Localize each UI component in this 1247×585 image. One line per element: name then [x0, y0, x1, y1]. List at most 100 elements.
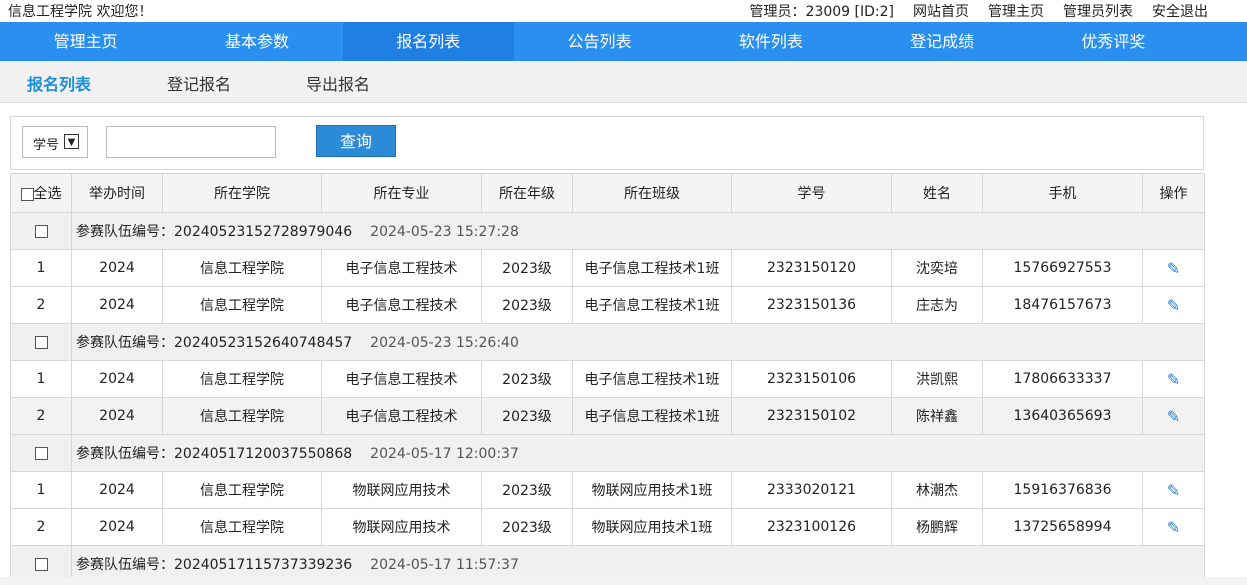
nav-software-list[interactable]: 软件列表 [685, 22, 856, 61]
search-panel: 学号 ▼ 查询 [10, 116, 1204, 170]
cell-student-id: 2323150106 [731, 360, 892, 398]
cell-college: 信息工程学院 [162, 508, 322, 546]
team-id: 20240517120037550868 [174, 446, 353, 462]
cell-college: 信息工程学院 [162, 360, 322, 398]
pencil-icon[interactable]: ✎ [1167, 296, 1180, 315]
search-field-select[interactable]: 学号 ▼ [22, 126, 88, 158]
cell-phone: 18476157673 [982, 286, 1143, 324]
nav-notice-list[interactable]: 公告列表 [514, 22, 685, 61]
nav-awards[interactable]: 优秀评奖 [1028, 22, 1199, 61]
chevron-down-icon: ▼ [64, 134, 79, 149]
cell-class: 电子信息工程技术1班 [572, 249, 732, 287]
cell-class: 物联网应用技术1班 [572, 471, 732, 509]
team-checkbox[interactable] [34, 335, 48, 349]
table-row: 2 2024 信息工程学院 电子信息工程技术 2023级 电子信息工程技术1班 232315… [10, 397, 1205, 435]
team-row: 参赛队伍编号：20240523152640748457 2024-05-23 15… [10, 323, 1205, 361]
cell-grade: 2023级 [481, 360, 573, 398]
link-admin-list[interactable]: 管理员列表 [1063, 1, 1133, 21]
top-links: 管理员：23009 [ID:2] 网站首页 管理主页 管理员列表 安全退出 [750, 1, 1208, 21]
cell-grade: 2023级 [481, 249, 573, 287]
team-label: 参赛队伍编号： [76, 446, 174, 462]
team-checkbox-cell[interactable] [10, 323, 72, 361]
table-row: 1 2024 信息工程学院 物联网应用技术 2023级 物联网应用技术1班 23330201… [10, 471, 1205, 509]
pencil-icon[interactable]: ✎ [1167, 370, 1180, 389]
pencil-icon[interactable]: ✎ [1167, 407, 1180, 426]
cell-major: 电子信息工程技术 [321, 397, 482, 435]
select-value: 学号 [33, 138, 60, 153]
cell-grade: 2023级 [481, 471, 573, 509]
search-button[interactable]: 查询 [316, 125, 396, 157]
action-cell: ✎ [1142, 508, 1205, 546]
team-id: 20240517115737339236 [174, 557, 353, 573]
subnav-registration-list[interactable]: 报名列表 [27, 71, 91, 95]
link-site-home[interactable]: 网站首页 [913, 1, 969, 21]
subnav-register[interactable]: 登记报名 [167, 71, 231, 95]
row-index: 2 [10, 508, 72, 546]
nav-record-scores[interactable]: 登记成绩 [856, 22, 1027, 61]
cell-college: 信息工程学院 [162, 397, 322, 435]
pencil-icon[interactable]: ✎ [1167, 518, 1180, 537]
team-checkbox[interactable] [34, 224, 48, 238]
select-all-label: 全选 [33, 186, 62, 202]
row-index: 1 [10, 249, 72, 287]
cell-student-id: 2323150120 [731, 249, 892, 287]
main-nav: 管理主页 基本参数 报名列表 公告列表 软件列表 登记成绩 优秀评奖 [0, 22, 1247, 61]
cell-name: 林潮杰 [891, 471, 983, 509]
horizontal-scrollbar[interactable] [0, 577, 1247, 585]
cell-major: 电子信息工程技术 [321, 249, 482, 287]
action-cell: ✎ [1142, 249, 1205, 287]
cell-phone: 15916376836 [982, 471, 1143, 509]
cell-grade: 2023级 [481, 286, 573, 324]
team-info: 参赛队伍编号：20240523152728979046 2024-05-23 15… [71, 212, 1205, 250]
table-body: 参赛队伍编号： 20240523152728979046 2024-05-23 15… [10, 212, 1205, 583]
pencil-icon[interactable]: ✎ [1167, 259, 1180, 278]
cell-phone: 17806633337 [982, 360, 1143, 398]
link-admin-home[interactable]: 管理主页 [988, 1, 1044, 21]
team-id: 20240523152728979046 [174, 224, 353, 240]
nav-registration-list[interactable]: 报名列表 [342, 22, 514, 61]
cell-name: 杨鹏辉 [891, 508, 983, 546]
cell-year: 2024 [71, 360, 163, 398]
team-row: 参赛队伍编号：20240517120037550868 2024-05-17 12… [10, 434, 1205, 472]
cell-class: 电子信息工程技术1班 [572, 286, 732, 324]
search-input[interactable] [106, 126, 276, 158]
cell-year: 2024 [71, 286, 163, 324]
row-index: 1 [10, 360, 72, 398]
col-college: 所在学院 [162, 173, 322, 213]
cell-student-id: 2333020121 [731, 471, 892, 509]
welcome-text: 信息工程学院 欢迎您！ [8, 4, 153, 20]
select-all-checkbox[interactable] [20, 187, 34, 201]
team-checkbox-cell[interactable] [10, 212, 72, 250]
row-index: 2 [10, 286, 72, 324]
cell-year: 2024 [71, 508, 163, 546]
nav-basic-params[interactable]: 基本参数 [171, 22, 342, 61]
team-checkbox-cell[interactable] [10, 434, 72, 472]
link-logout[interactable]: 安全退出 [1152, 1, 1208, 21]
registration-table: 全选 举办时间 所在学院 所在专业 所在年级 所在班级 学号 姓名 手机 操作 … [10, 173, 1205, 583]
top-bar: 信息工程学院 欢迎您！ 管理员：23009 [ID:2] 网站首页 管理主页 管… [0, 0, 1247, 22]
col-actions: 操作 [1142, 173, 1205, 213]
row-index: 2 [10, 397, 72, 435]
action-cell: ✎ [1142, 360, 1205, 398]
team-time: 2024-05-17 11:57:37 [370, 557, 519, 573]
team-label: 参赛队伍编号： [76, 557, 174, 573]
nav-admin-home[interactable]: 管理主页 [0, 22, 171, 61]
team-time: 2024-05-23 15:27:28 [370, 224, 519, 240]
cell-college: 信息工程学院 [162, 471, 322, 509]
col-name: 姓名 [891, 173, 983, 213]
action-cell: ✎ [1142, 471, 1205, 509]
cell-class: 电子信息工程技术1班 [572, 360, 732, 398]
cell-phone: 15766927553 [982, 249, 1143, 287]
subnav-export[interactable]: 导出报名 [306, 71, 370, 95]
team-checkbox[interactable] [34, 446, 48, 460]
team-time: 2024-05-23 15:26:40 [370, 335, 519, 351]
cell-year: 2024 [71, 397, 163, 435]
team-checkbox[interactable] [34, 557, 48, 571]
team-time: 2024-05-17 12:00:37 [370, 446, 519, 462]
cell-year: 2024 [71, 249, 163, 287]
select-all-header[interactable]: 全选 [10, 173, 72, 213]
pencil-icon[interactable]: ✎ [1167, 481, 1180, 500]
col-phone: 手机 [982, 173, 1143, 213]
col-major: 所在专业 [321, 173, 482, 213]
table-row: 1 2024 信息工程学院 电子信息工程技术 2023级 电子信息工程技术1班 232315… [10, 249, 1205, 287]
